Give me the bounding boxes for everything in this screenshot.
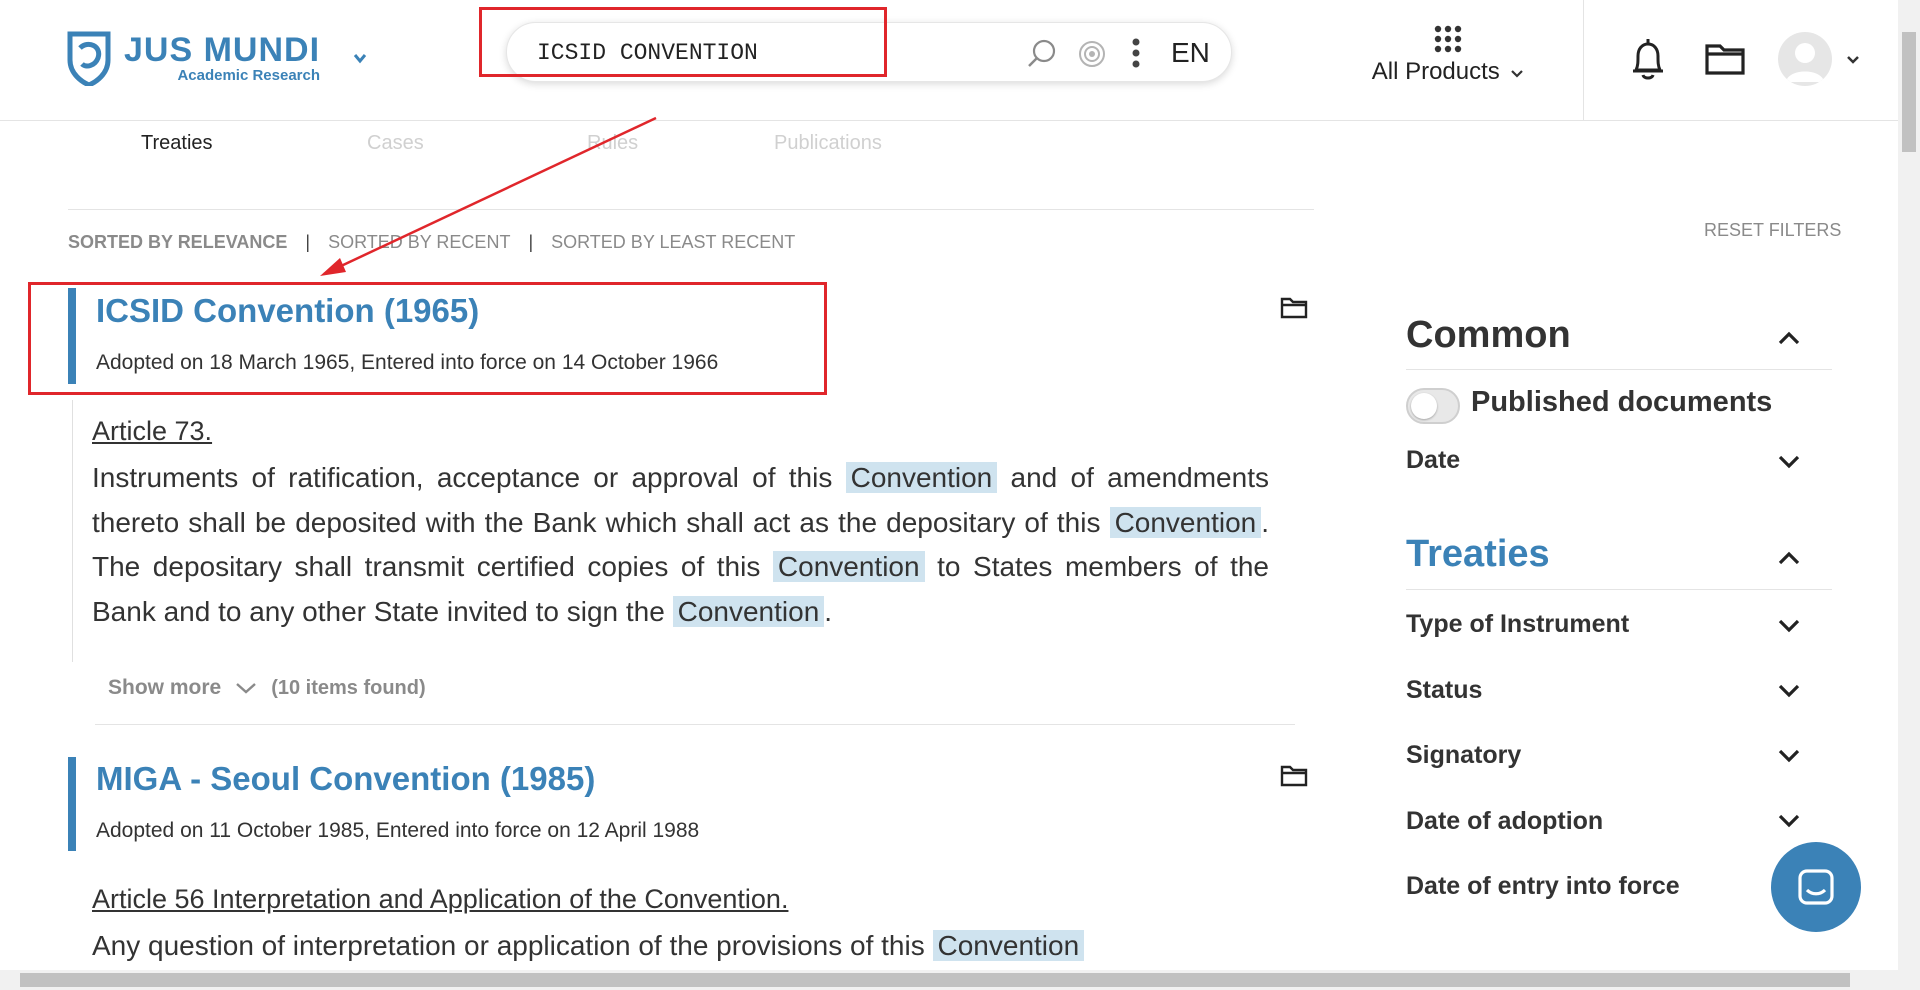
- sort-separator: |: [528, 232, 534, 252]
- chevron-down-icon: [236, 683, 256, 694]
- snippet-text: Instruments of ratification, acceptance …: [92, 462, 846, 493]
- snippet-highlight: Convention: [772, 551, 925, 582]
- grid-icon: [1434, 25, 1462, 53]
- filter-group-treaties: Treaties: [1406, 533, 1550, 575]
- annotation-box-result: [28, 282, 827, 395]
- tab-treaties[interactable]: Treaties: [141, 132, 213, 155]
- sort-recent[interactable]: SORTED BY RECENT: [328, 232, 510, 253]
- filter-type-of-instrument[interactable]: Type of Instrument: [1406, 610, 1629, 639]
- result-snippet: Any question of interpretation or applic…: [92, 924, 1269, 969]
- article-heading[interactable]: Article 73.: [92, 416, 212, 447]
- header-divider: [1583, 0, 1584, 121]
- filter-date[interactable]: Date: [1406, 446, 1460, 475]
- items-found-count: (10 items found): [271, 676, 426, 699]
- folder-icon[interactable]: [1280, 297, 1308, 319]
- logo-shield-icon: [67, 31, 111, 86]
- chevron-down-icon[interactable]: [1778, 455, 1800, 469]
- all-products-menu[interactable]: All Products: [1364, 18, 1532, 86]
- tab-cases[interactable]: Cases: [367, 132, 424, 155]
- sort-separator: |: [305, 232, 311, 252]
- filter-date-of-entry-into-force[interactable]: Date of entry into force: [1406, 872, 1680, 901]
- published-documents-toggle[interactable]: [1406, 388, 1460, 424]
- horizontal-scrollbar[interactable]: [0, 970, 1920, 990]
- semantic-search-icon[interactable]: [1077, 39, 1107, 69]
- reset-filters-button[interactable]: RESET FILTERS: [1704, 220, 1841, 241]
- language-selector[interactable]: EN: [1171, 37, 1210, 69]
- chevron-down-icon[interactable]: [1846, 54, 1860, 66]
- chat-icon: [1798, 869, 1834, 905]
- result-title[interactable]: MIGA - Seoul Convention (1985): [96, 760, 595, 798]
- snippet-text: .: [824, 595, 833, 627]
- show-more-label: Show more: [108, 676, 222, 699]
- result-accent-bar: [68, 757, 76, 851]
- chevron-down-icon[interactable]: [1778, 749, 1800, 763]
- sort-least-recent[interactable]: SORTED BY LEAST RECENT: [551, 232, 795, 253]
- chat-button[interactable]: [1771, 842, 1861, 932]
- folder-icon[interactable]: [1705, 42, 1745, 76]
- filter-date-of-adoption[interactable]: Date of adoption: [1406, 807, 1603, 836]
- chevron-up-icon[interactable]: [1778, 551, 1800, 565]
- sort-relevance[interactable]: SORTED BY RELEVANCE: [68, 232, 287, 253]
- avatar[interactable]: [1778, 32, 1832, 86]
- snippet-highlight: Convention: [932, 930, 1085, 961]
- snippet-rule: [72, 400, 73, 662]
- search-tabs: Treaties Cases Rules Publications: [68, 130, 1314, 210]
- tab-publications[interactable]: Publications: [774, 132, 882, 155]
- filter-signatory[interactable]: Signatory: [1406, 741, 1521, 770]
- chevron-down-icon: [1511, 70, 1524, 78]
- sort-options: SORTED BY RELEVANCE | SORTED BY RECENT |…: [68, 232, 795, 253]
- annotation-box-search: [479, 7, 887, 77]
- folder-icon[interactable]: [1280, 765, 1308, 787]
- result-snippet: Instruments of ratification, acceptance …: [92, 456, 1269, 634]
- filter-divider: [1406, 589, 1832, 590]
- snippet-highlight: Convention: [845, 462, 998, 493]
- all-products-label: All Products: [1371, 58, 1500, 85]
- toggle-knob: [1411, 393, 1437, 419]
- published-documents-label: Published documents: [1471, 386, 1773, 418]
- top-header: JUS MUNDI Academic Research EN: [0, 0, 1898, 121]
- snippet-text: Any question of interpretation or applic…: [92, 930, 933, 961]
- chevron-down-icon[interactable]: [1778, 619, 1800, 633]
- snippet-highlight: Convention: [672, 595, 825, 627]
- filter-group-common: Common: [1406, 314, 1571, 356]
- chevron-down-icon[interactable]: [1778, 684, 1800, 698]
- chevron-down-icon[interactable]: [352, 50, 368, 66]
- snippet-highlight: Convention: [1109, 506, 1262, 538]
- filter-divider: [1406, 369, 1832, 370]
- vertical-scrollbar-thumb[interactable]: [1902, 32, 1916, 152]
- jus-mundi-logo[interactable]: JUS MUNDI Academic Research: [66, 30, 320, 86]
- article-heading[interactable]: Article 56 Interpretation and Applicatio…: [92, 884, 788, 915]
- horizontal-scrollbar-thumb[interactable]: [20, 973, 1850, 987]
- bell-icon[interactable]: [1628, 38, 1668, 82]
- logo-subtitle: Academic Research: [177, 67, 321, 84]
- chevron-down-icon[interactable]: [1778, 814, 1800, 828]
- chevron-up-icon[interactable]: [1778, 331, 1800, 345]
- filter-status[interactable]: Status: [1406, 676, 1482, 705]
- logo-name: JUS MUNDI: [124, 31, 321, 69]
- tab-rules[interactable]: Rules: [587, 132, 638, 155]
- user-icon: [1786, 43, 1824, 82]
- search-icon[interactable]: [1025, 38, 1057, 70]
- vertical-scrollbar[interactable]: [1898, 0, 1920, 970]
- result-meta: Adopted on 11 October 1985, Entered into…: [96, 819, 700, 842]
- result-divider: [95, 724, 1295, 725]
- more-options-icon[interactable]: [1131, 37, 1141, 69]
- show-more-button[interactable]: Show more (10 items found): [108, 676, 426, 700]
